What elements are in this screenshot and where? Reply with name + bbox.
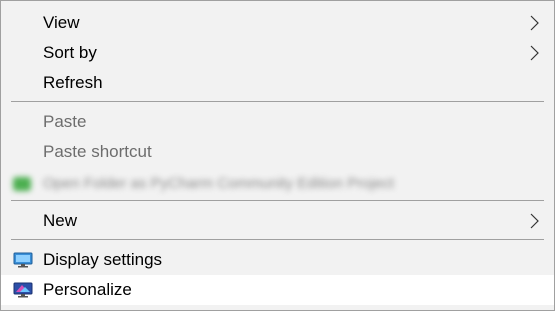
menu-item-paste: Paste: [1, 107, 554, 137]
menu-item-label: Paste shortcut: [43, 142, 152, 161]
menu-item-label: View: [43, 13, 80, 32]
menu-item-new[interactable]: New: [1, 206, 554, 236]
menu-item-label: Paste: [43, 112, 87, 131]
menu-item-view[interactable]: View: [1, 8, 554, 38]
menu-separator: [11, 101, 544, 102]
desktop-context-menu: View Sort by Refresh Paste Paste shortcu…: [0, 0, 555, 311]
menu-item-label: Refresh: [43, 73, 103, 92]
menu-item-refresh[interactable]: Refresh: [1, 68, 554, 98]
menu-item-blurred[interactable]: Open Folder as PyCharm Community Edition…: [9, 171, 464, 197]
menu-item-label: New: [43, 211, 78, 230]
app-icon: [13, 177, 31, 191]
chevron-right-icon: [530, 15, 539, 31]
chevron-right-icon: [530, 45, 539, 61]
menu-separator: [11, 200, 544, 201]
menu-item-label: Personalize: [43, 280, 132, 299]
menu-item-personalize[interactable]: Personalize: [1, 275, 554, 305]
personalize-icon: [13, 282, 33, 298]
menu-item-label: Sort by: [43, 43, 97, 62]
menu-separator: [11, 239, 544, 240]
menu-item-paste-shortcut: Paste shortcut: [1, 137, 554, 167]
monitor-icon: [13, 252, 33, 268]
menu-item-display-settings[interactable]: Display settings: [1, 245, 554, 275]
menu-item-label: Open Folder as PyCharm Community Edition…: [43, 175, 394, 192]
menu-item-label: Display settings: [43, 250, 163, 269]
chevron-right-icon: [530, 213, 539, 229]
menu-item-sort-by[interactable]: Sort by: [1, 38, 554, 68]
